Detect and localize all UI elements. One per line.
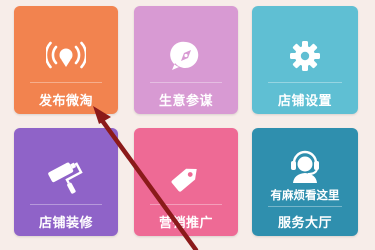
tile-business-advisor[interactable]: 生意参谋 (134, 6, 238, 114)
tile-publish-weitao[interactable]: 发布微淘 (14, 6, 118, 114)
help-hint-text: 有麻烦看这里 (270, 188, 340, 202)
tile-divider (150, 82, 222, 83)
tile-divider (150, 204, 222, 205)
tile-label: 营销推广 (158, 216, 213, 231)
tile-divider (268, 82, 342, 83)
tile-marketing-promotion[interactable]: 营销推广 (134, 128, 238, 236)
price-tag-icon (166, 158, 206, 198)
gear-icon (285, 36, 325, 76)
compass-bubble-icon (166, 36, 206, 76)
tile-label: 生意参谋 (158, 94, 213, 109)
tile-divider (268, 206, 342, 207)
tile-store-settings[interactable]: 店铺设置 (252, 6, 358, 114)
tile-divider (30, 204, 102, 205)
headset-person-icon (285, 146, 325, 186)
broadcast-icon (46, 36, 86, 76)
tile-label: 店铺设置 (277, 94, 332, 109)
tile-service-hall[interactable]: 有麻烦看这里 服务大厅 (252, 128, 358, 236)
tile-label: 发布微淘 (38, 94, 93, 109)
paint-roller-icon (46, 158, 86, 198)
tile-divider (30, 82, 102, 83)
tile-label: 店铺装修 (38, 216, 93, 231)
tile-label: 服务大厅 (277, 216, 332, 231)
tile-store-decoration[interactable]: 店铺装修 (14, 128, 118, 236)
